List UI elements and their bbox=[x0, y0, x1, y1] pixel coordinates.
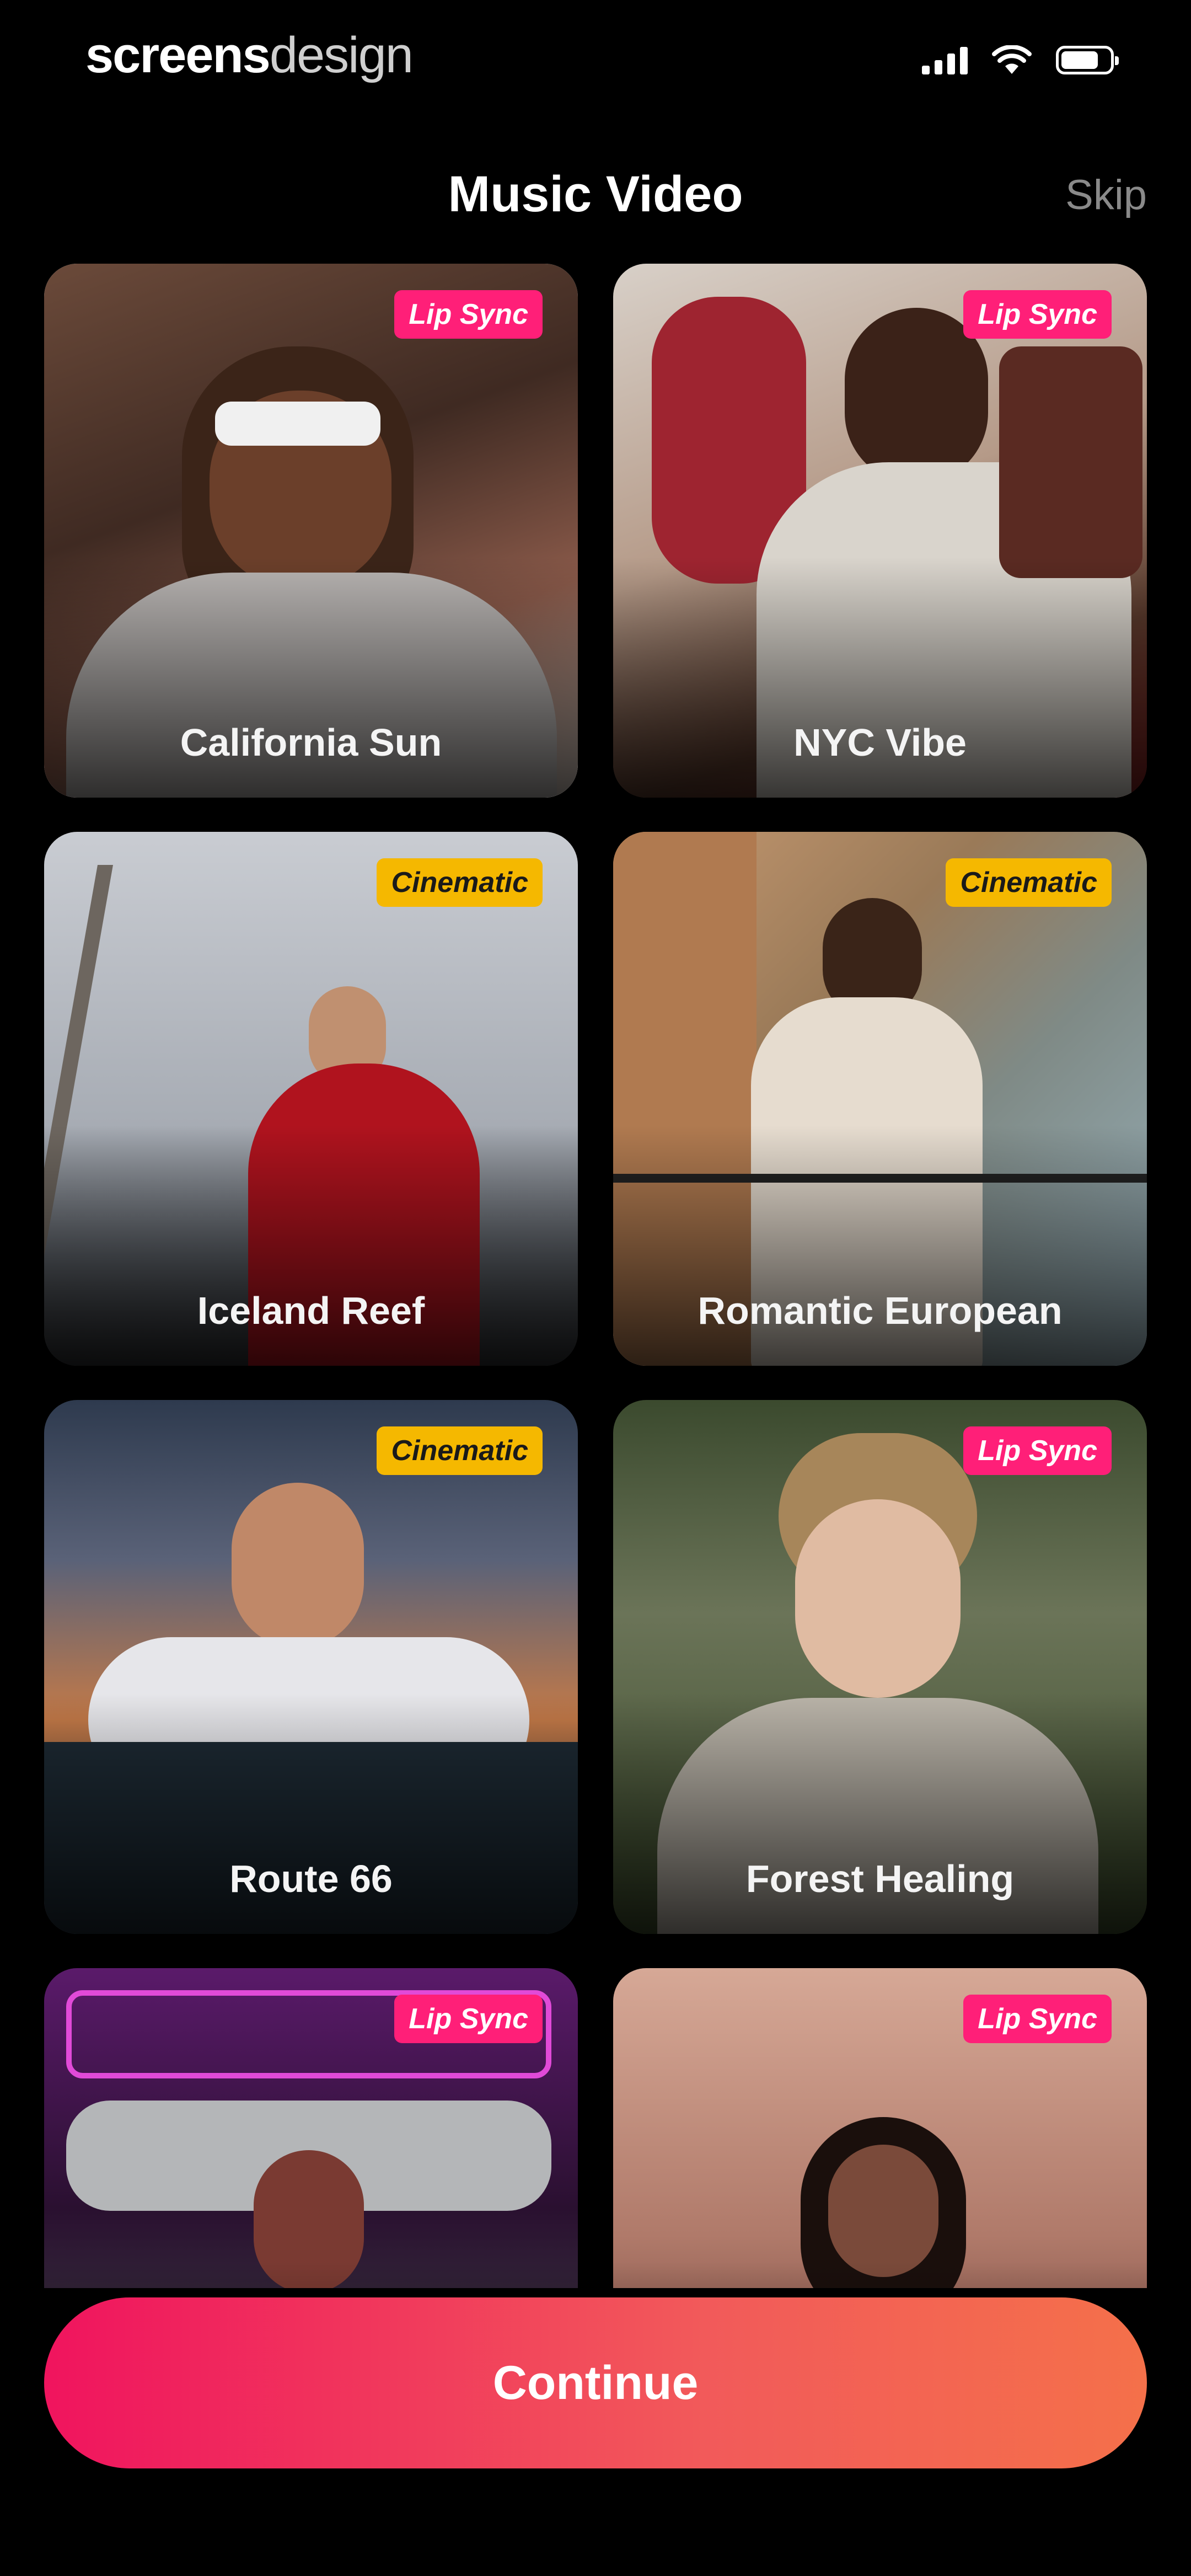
page-title: Music Video bbox=[448, 166, 743, 222]
status-bar: screensdesign bbox=[0, 0, 1191, 127]
template-card-romantic-european[interactable]: Cinematic Romantic European bbox=[613, 832, 1147, 1366]
wifi-icon bbox=[992, 45, 1032, 74]
template-card-california-sun[interactable]: Lip Sync California Sun bbox=[44, 264, 578, 798]
badge-cinematic: Cinematic bbox=[377, 858, 543, 907]
status-icons bbox=[922, 45, 1119, 75]
template-card-iceland-reef[interactable]: Cinematic Iceland Reef bbox=[44, 832, 578, 1366]
brand-light: design bbox=[269, 27, 414, 83]
badge-cinematic: Cinematic bbox=[946, 858, 1112, 907]
nav-bar: Music Video Skip bbox=[0, 154, 1191, 232]
continue-label: Continue bbox=[492, 2356, 699, 2409]
template-card-nyc-vibe[interactable]: Lip Sync NYC Vibe bbox=[613, 264, 1147, 798]
template-card-neon-night[interactable]: Lip Sync bbox=[44, 1968, 578, 2288]
brand-bold: screens bbox=[85, 27, 271, 83]
template-card-route-66[interactable]: Cinematic Route 66 bbox=[44, 1400, 578, 1934]
signal-icon bbox=[922, 46, 968, 74]
badge-lip-sync: Lip Sync bbox=[963, 1995, 1112, 2043]
card-title: Route 66 bbox=[229, 1857, 393, 1900]
template-card-sunset-portrait[interactable]: Lip Sync bbox=[613, 1968, 1147, 2288]
card-title: Romantic European bbox=[698, 1289, 1063, 1332]
card-title: Forest Healing bbox=[745, 1857, 1015, 1900]
template-card-forest-healing[interactable]: Lip Sync Forest Healing bbox=[613, 1400, 1147, 1934]
card-title: NYC Vibe bbox=[793, 721, 967, 764]
badge-lip-sync: Lip Sync bbox=[963, 1426, 1112, 1475]
continue-button[interactable]: Continue bbox=[44, 2297, 1147, 2468]
badge-lip-sync: Lip Sync bbox=[394, 290, 543, 339]
skip-button[interactable]: Skip bbox=[1065, 171, 1147, 219]
badge-cinematic: Cinematic bbox=[377, 1426, 543, 1475]
badge-lip-sync: Lip Sync bbox=[963, 290, 1112, 339]
battery-icon bbox=[1056, 46, 1119, 74]
template-grid: Lip Sync California Sun Lip Sync NYC Vib… bbox=[44, 264, 1147, 2288]
brand-logo: screensdesign bbox=[85, 26, 414, 84]
badge-lip-sync: Lip Sync bbox=[394, 1995, 543, 2043]
card-title: California Sun bbox=[180, 721, 442, 764]
card-title: Iceland Reef bbox=[197, 1289, 425, 1332]
